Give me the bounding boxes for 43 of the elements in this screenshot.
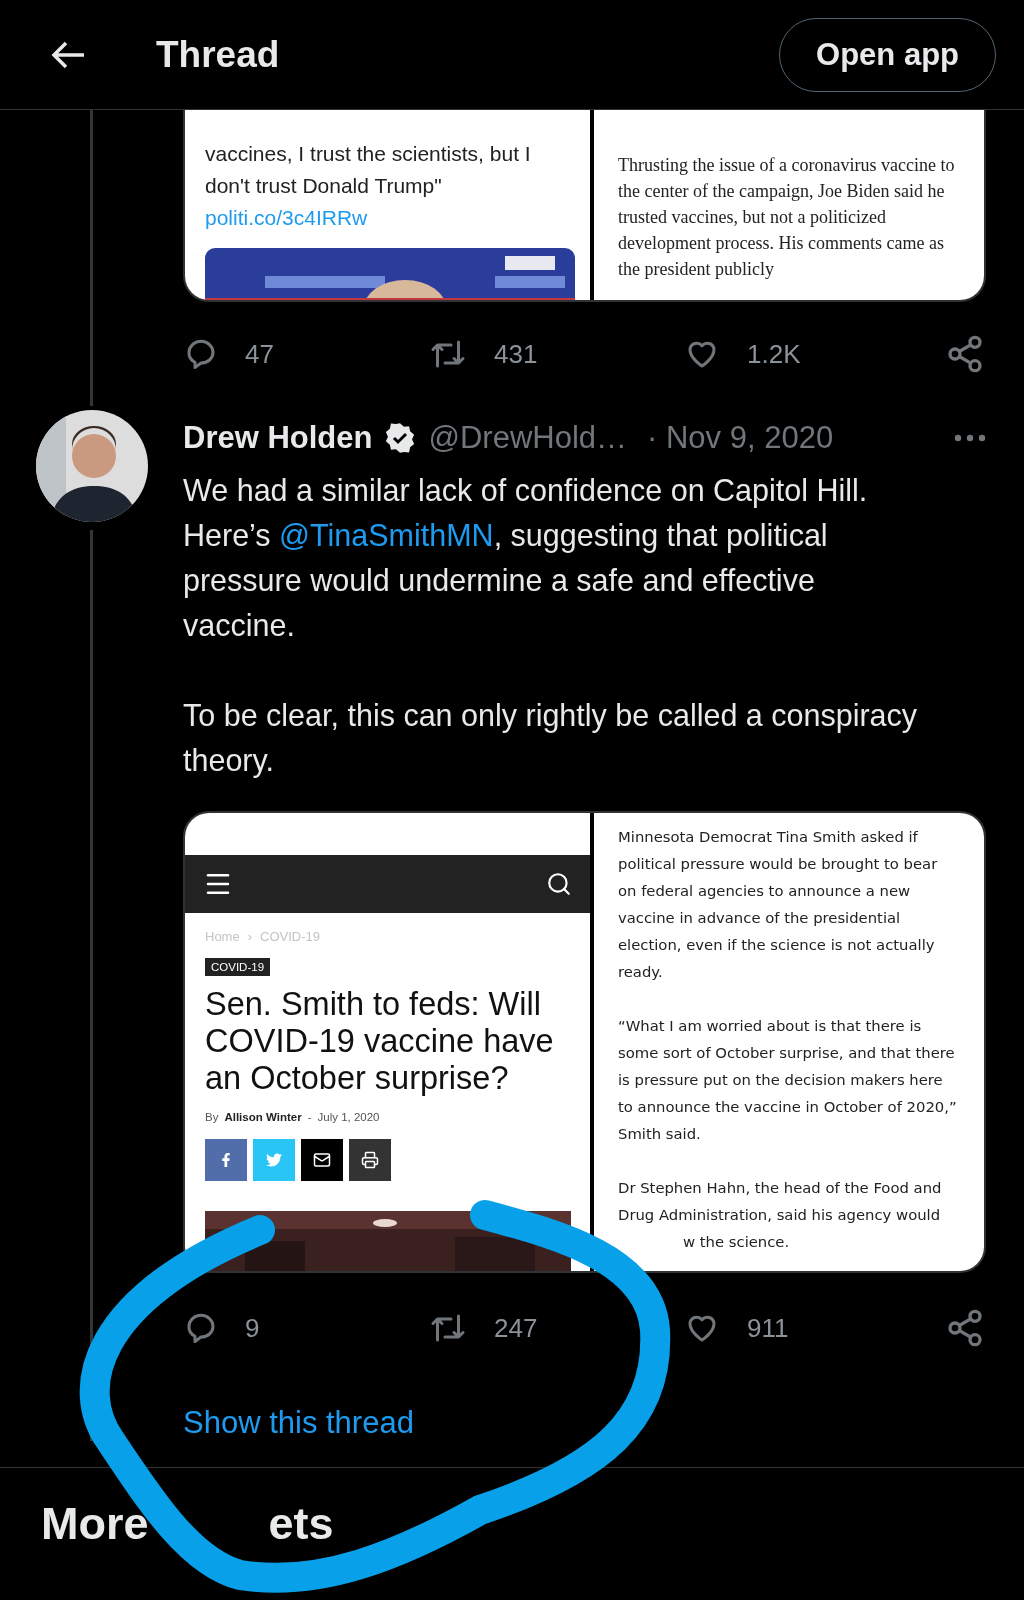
article-headline: Sen. Smith to feds: Will COVID-19 vaccine have an October surprise? xyxy=(205,986,555,1097)
bird-icon xyxy=(266,1152,282,1168)
media-card[interactable] xyxy=(183,110,986,302)
byline-separator: - xyxy=(307,1111,312,1123)
like-count: 1.2K xyxy=(747,338,801,370)
reply-count: 9 xyxy=(245,1312,260,1344)
author-name[interactable]: Drew Holden xyxy=(183,420,373,456)
article-text-fragment: w the science. xyxy=(683,1232,791,1252)
like-count: 911 xyxy=(747,1312,789,1344)
article-date: July 1, 2020 xyxy=(317,1111,380,1123)
facebook-icon xyxy=(219,1153,233,1167)
article-excerpt: Thrusting the issue of a coronavirus vaccine to the center of the campaign, Joe Biden said he trusted vaccines, but not a politicized development process. His comments came as the president publicly xyxy=(617,154,956,281)
mention-link[interactable]: @TinaSmithMN xyxy=(279,518,494,552)
reply-count: 47 xyxy=(245,338,274,370)
page-title: Thread xyxy=(156,33,281,76)
category-tag: COVID-19 xyxy=(205,958,271,976)
retweet-count: 431 xyxy=(494,338,538,370)
breadcrumb-item: COVID-19 xyxy=(260,929,320,944)
byline-label: By xyxy=(205,1111,219,1123)
breadcrumb-item: › xyxy=(247,929,253,944)
printer-icon xyxy=(361,1151,379,1169)
back-arrow-icon[interactable] xyxy=(50,39,86,70)
more-options-icon[interactable] xyxy=(954,434,986,442)
media-card[interactable] xyxy=(183,811,986,1273)
screenshot-text: vaccines, I trust the scientists, but I don't trust Donald Trump" politi.co/3c4IRRw xyxy=(204,141,532,231)
share-icon[interactable] xyxy=(945,1308,985,1348)
tweet-date: · Nov 9, 2020 xyxy=(647,420,835,456)
author-handle: @DrewHold… xyxy=(428,420,628,456)
retweet-count: 247 xyxy=(494,1312,538,1344)
share-button[interactable] xyxy=(301,1139,343,1181)
article-paragraph: Minnesota Democrat Tina Smith asked if political pressure would be brought to bear on federal agencies to announce a new vaccine in advance of the presidential election, even if the science is not actually ready. xyxy=(618,827,939,982)
author-name: Allison Winter xyxy=(224,1111,302,1123)
section-heading: More xyxy=(41,1498,149,1550)
tweet-text: We had a similar lack of confidence on Capitol Hill. Here’s @TinaSmithMN, suggesting that political pressure would undermine a safe and effective vaccine. xyxy=(183,472,869,644)
section-heading-fragment: ets xyxy=(268,1498,334,1550)
mail-icon xyxy=(313,1151,331,1169)
share-icon[interactable] xyxy=(945,334,985,374)
show-thread-link[interactable]: Show this thread xyxy=(183,1405,414,1441)
search-icon xyxy=(546,871,572,897)
tweet-text: To be clear, this can only rightly be called a conspiracy theory. xyxy=(183,697,919,780)
article-paragraph: “What I am worried about is that there is some sort of October surprise, and that there is pressure put on the decision makers here to announce the vaccine in October of 2020,” Smith said. xyxy=(618,1016,958,1144)
share-button[interactable] xyxy=(349,1139,391,1181)
breadcrumb-item: Home xyxy=(205,929,240,944)
